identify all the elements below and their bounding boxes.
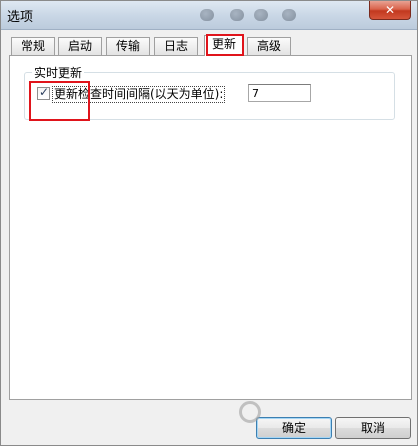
titlebar-blur-icon	[230, 9, 244, 21]
tab-general[interactable]: 常规	[11, 37, 55, 55]
cancel-button[interactable]: 取消	[335, 417, 411, 439]
group-title: 实时更新	[32, 64, 85, 81]
close-button[interactable]: ✕	[369, 1, 411, 20]
tab-startup[interactable]: 启动	[58, 37, 102, 55]
tab-annotation-box	[206, 34, 244, 56]
watermark-logo-icon	[239, 401, 261, 423]
close-icon: ✕	[384, 3, 396, 17]
options-dialog: 选项 ✕ 常规 启动 传输 日志 更新 高级 实时更新 ✓ 更新检查时间间隔(以…	[0, 0, 418, 446]
tab-transfer[interactable]: 传输	[106, 37, 150, 55]
title-bar: 选项 ✕	[1, 1, 417, 30]
titlebar-blur-icon	[254, 9, 268, 21]
titlebar-blur-icon	[282, 9, 296, 21]
interval-days-input[interactable]	[248, 84, 311, 102]
titlebar-blur-icon	[200, 9, 214, 21]
ok-button[interactable]: 确定	[256, 417, 332, 439]
window-title: 选项	[7, 10, 34, 25]
tab-advanced[interactable]: 高级	[247, 37, 291, 55]
checkbox-annotation-box	[29, 81, 90, 121]
tab-log[interactable]: 日志	[154, 37, 198, 55]
